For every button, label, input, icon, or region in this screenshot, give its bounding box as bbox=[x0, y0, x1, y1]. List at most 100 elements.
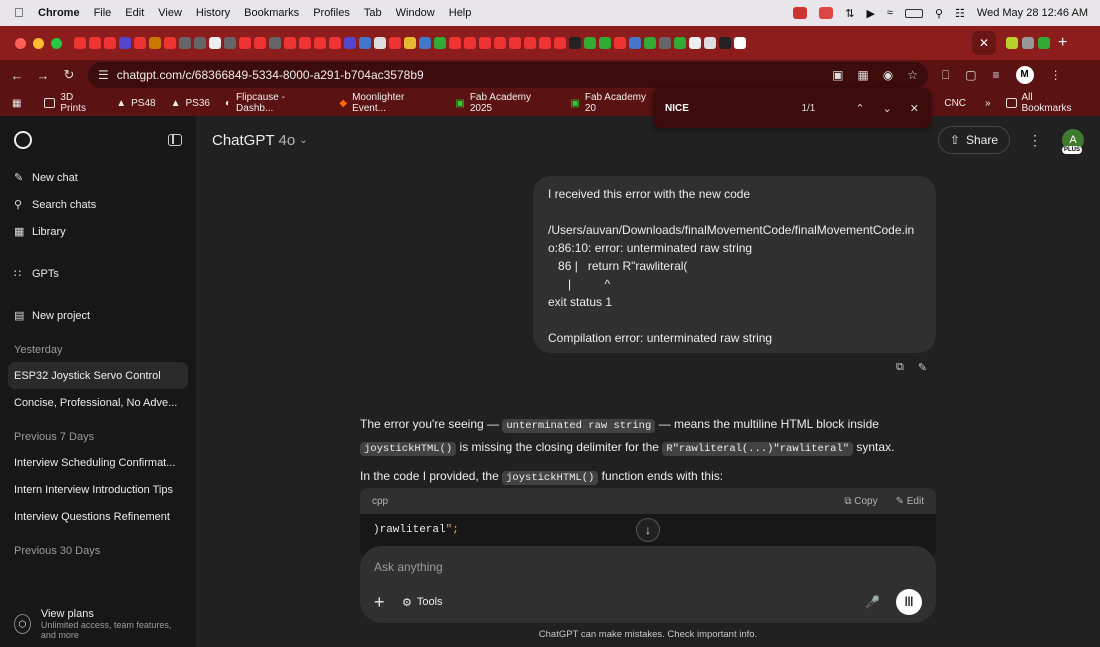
sidebar-item-library[interactable]: ▦ Library bbox=[0, 218, 196, 245]
tab-favicon[interactable] bbox=[1038, 37, 1050, 49]
scroll-down-arrow-icon[interactable]: ↓ bbox=[636, 518, 660, 542]
tab-favicon[interactable] bbox=[464, 37, 476, 49]
minimize-window-button[interactable] bbox=[33, 37, 44, 49]
eye-slash-icon[interactable]: ◉ bbox=[883, 68, 893, 82]
menu-app-name[interactable]: Chrome bbox=[38, 7, 80, 19]
menu-window[interactable]: Window bbox=[396, 7, 435, 19]
bookmark-ps48[interactable]: ▲ PS48 bbox=[116, 98, 155, 109]
tab-favicon[interactable] bbox=[404, 37, 416, 49]
edit-code-button[interactable]: ✎ Edit bbox=[896, 496, 924, 507]
tab-favicon[interactable] bbox=[479, 37, 491, 49]
tab-favicon[interactable] bbox=[509, 37, 521, 49]
share-button[interactable]: ⇧ Share bbox=[937, 126, 1010, 154]
tab-favicon[interactable] bbox=[494, 37, 506, 49]
bookmark-star-icon[interactable]: ☆ bbox=[907, 68, 918, 82]
wifi-icon[interactable]: ≈ bbox=[887, 7, 893, 19]
tab-favicon[interactable] bbox=[374, 37, 386, 49]
tab-favicon[interactable] bbox=[134, 37, 146, 49]
tab-favicon[interactable] bbox=[104, 37, 116, 49]
chat-history-item[interactable]: Concise, Professional, No Adve... bbox=[0, 389, 196, 416]
find-next-icon[interactable]: ⌄ bbox=[883, 102, 892, 115]
microphone-icon[interactable]: 🎤 bbox=[865, 595, 880, 609]
all-bookmarks[interactable]: All Bookmarks bbox=[1005, 92, 1085, 114]
new-tab-icon[interactable]: + bbox=[1058, 34, 1067, 52]
view-plans-button[interactable]: ⬡ View plans Unlimited access, team feat… bbox=[0, 601, 196, 647]
forward-icon[interactable]: → bbox=[30, 68, 56, 83]
tab-favicon[interactable] bbox=[629, 37, 641, 49]
tab-favicon[interactable] bbox=[359, 37, 371, 49]
tab-favicon[interactable] bbox=[209, 37, 221, 49]
tab-favicon[interactable] bbox=[734, 37, 746, 49]
chat-history-item[interactable]: Interview Questions Refinement bbox=[0, 503, 196, 530]
tab-favicon[interactable] bbox=[1006, 37, 1018, 49]
tab-favicon[interactable] bbox=[554, 37, 566, 49]
tab-favicon[interactable] bbox=[419, 37, 431, 49]
tools-button[interactable]: ⚙ Tools bbox=[402, 596, 443, 609]
tab-favicon[interactable] bbox=[239, 37, 251, 49]
tab-favicon[interactable] bbox=[344, 37, 356, 49]
copy-icon[interactable]: ⧉ bbox=[896, 361, 904, 374]
tab-favicon[interactable] bbox=[329, 37, 341, 49]
menu-tab[interactable]: Tab bbox=[364, 7, 382, 19]
tab-favicon[interactable] bbox=[434, 37, 446, 49]
tab-favicon[interactable] bbox=[119, 37, 131, 49]
chrome-menu-icon[interactable]: ⋮ bbox=[1050, 68, 1062, 82]
tab-favicon[interactable] bbox=[719, 37, 731, 49]
tab-favicon[interactable] bbox=[659, 37, 671, 49]
tab-favicon[interactable] bbox=[689, 37, 701, 49]
control-center-icon[interactable]: ☷ bbox=[955, 7, 965, 20]
tab-favicon[interactable] bbox=[224, 37, 236, 49]
tab-favicon[interactable] bbox=[179, 37, 191, 49]
reload-icon[interactable]: ↻ bbox=[56, 67, 82, 83]
voice-mode-icon[interactable]: ||| bbox=[896, 589, 922, 615]
tab-favicon[interactable] bbox=[1022, 37, 1034, 49]
tab-favicon[interactable] bbox=[389, 37, 401, 49]
menubar-clock[interactable]: Wed May 28 12:46 AM bbox=[977, 7, 1088, 19]
tab-favicon[interactable] bbox=[254, 37, 266, 49]
close-window-button[interactable] bbox=[15, 37, 26, 49]
battery-icon[interactable] bbox=[904, 8, 923, 18]
bookmark-fab-academy-2[interactable]: ▣ Fab Academy 20 bbox=[570, 92, 659, 114]
bluetooth-icon[interactable]: ⇅ bbox=[845, 7, 854, 20]
apps-icon[interactable]: ▦ bbox=[12, 98, 21, 109]
split-view-icon[interactable]: ▢ bbox=[965, 68, 976, 82]
heart-icon[interactable] bbox=[819, 7, 834, 19]
lens-icon[interactable]: ▦ bbox=[857, 68, 868, 82]
bookmarks-overflow-icon[interactable]: » bbox=[985, 98, 991, 109]
tab-favicon[interactable] bbox=[269, 37, 281, 49]
creative-cloud-icon[interactable] bbox=[793, 7, 808, 19]
user-avatar[interactable]: A PLUS bbox=[1062, 129, 1084, 154]
extensions-icon[interactable]: ⎕ bbox=[942, 68, 949, 83]
tab-favicon[interactable] bbox=[584, 37, 596, 49]
chat-history-item[interactable]: ESP32 Joystick Servo Control bbox=[8, 362, 188, 389]
find-close-icon[interactable]: ✕ bbox=[910, 102, 919, 115]
bookmark-moonlighter[interactable]: ◆ Moonlighter Event... bbox=[339, 92, 440, 114]
tab-favicon[interactable] bbox=[74, 37, 86, 49]
menu-edit[interactable]: Edit bbox=[125, 7, 144, 19]
tab-favicon[interactable] bbox=[194, 37, 206, 49]
site-settings-icon[interactable]: ☰ bbox=[98, 68, 109, 82]
model-selector[interactable]: ChatGPT 4o ⌄ bbox=[212, 132, 308, 149]
play-icon[interactable]: ▶ bbox=[866, 7, 874, 20]
tab-favicon[interactable] bbox=[569, 37, 581, 49]
tab-favicon[interactable] bbox=[89, 37, 101, 49]
edit-message-icon[interactable]: ✎ bbox=[918, 361, 927, 374]
tab-favicon[interactable] bbox=[149, 37, 161, 49]
bookmark-3d-prints[interactable]: 3D Prints bbox=[44, 92, 101, 114]
tab-favicon[interactable] bbox=[644, 37, 656, 49]
sidebar-toggle-icon[interactable] bbox=[168, 134, 182, 146]
tab-favicon[interactable] bbox=[314, 37, 326, 49]
tab-favicon[interactable] bbox=[704, 37, 716, 49]
sidebar-item-new-project[interactable]: ▤ New project bbox=[0, 302, 196, 329]
bookmark-cnc[interactable]: CNC bbox=[944, 98, 966, 109]
add-attachment-icon[interactable]: + bbox=[374, 592, 390, 613]
tab-favicon[interactable] bbox=[614, 37, 626, 49]
tab-favicon[interactable] bbox=[164, 37, 176, 49]
sidebar-item-gpts[interactable]: ∷ GPTs bbox=[0, 260, 196, 287]
address-bar[interactable]: ☰ chatgpt.com/c/68366849-5334-8000-a291-… bbox=[88, 62, 928, 88]
url-text[interactable]: chatgpt.com/c/68366849-5334-8000-a291-b7… bbox=[117, 68, 424, 82]
back-icon[interactable]: ← bbox=[4, 68, 30, 83]
find-previous-icon[interactable]: ⌃ bbox=[855, 102, 864, 115]
prompt-input[interactable] bbox=[374, 560, 922, 574]
zoom-window-button[interactable] bbox=[51, 37, 62, 49]
